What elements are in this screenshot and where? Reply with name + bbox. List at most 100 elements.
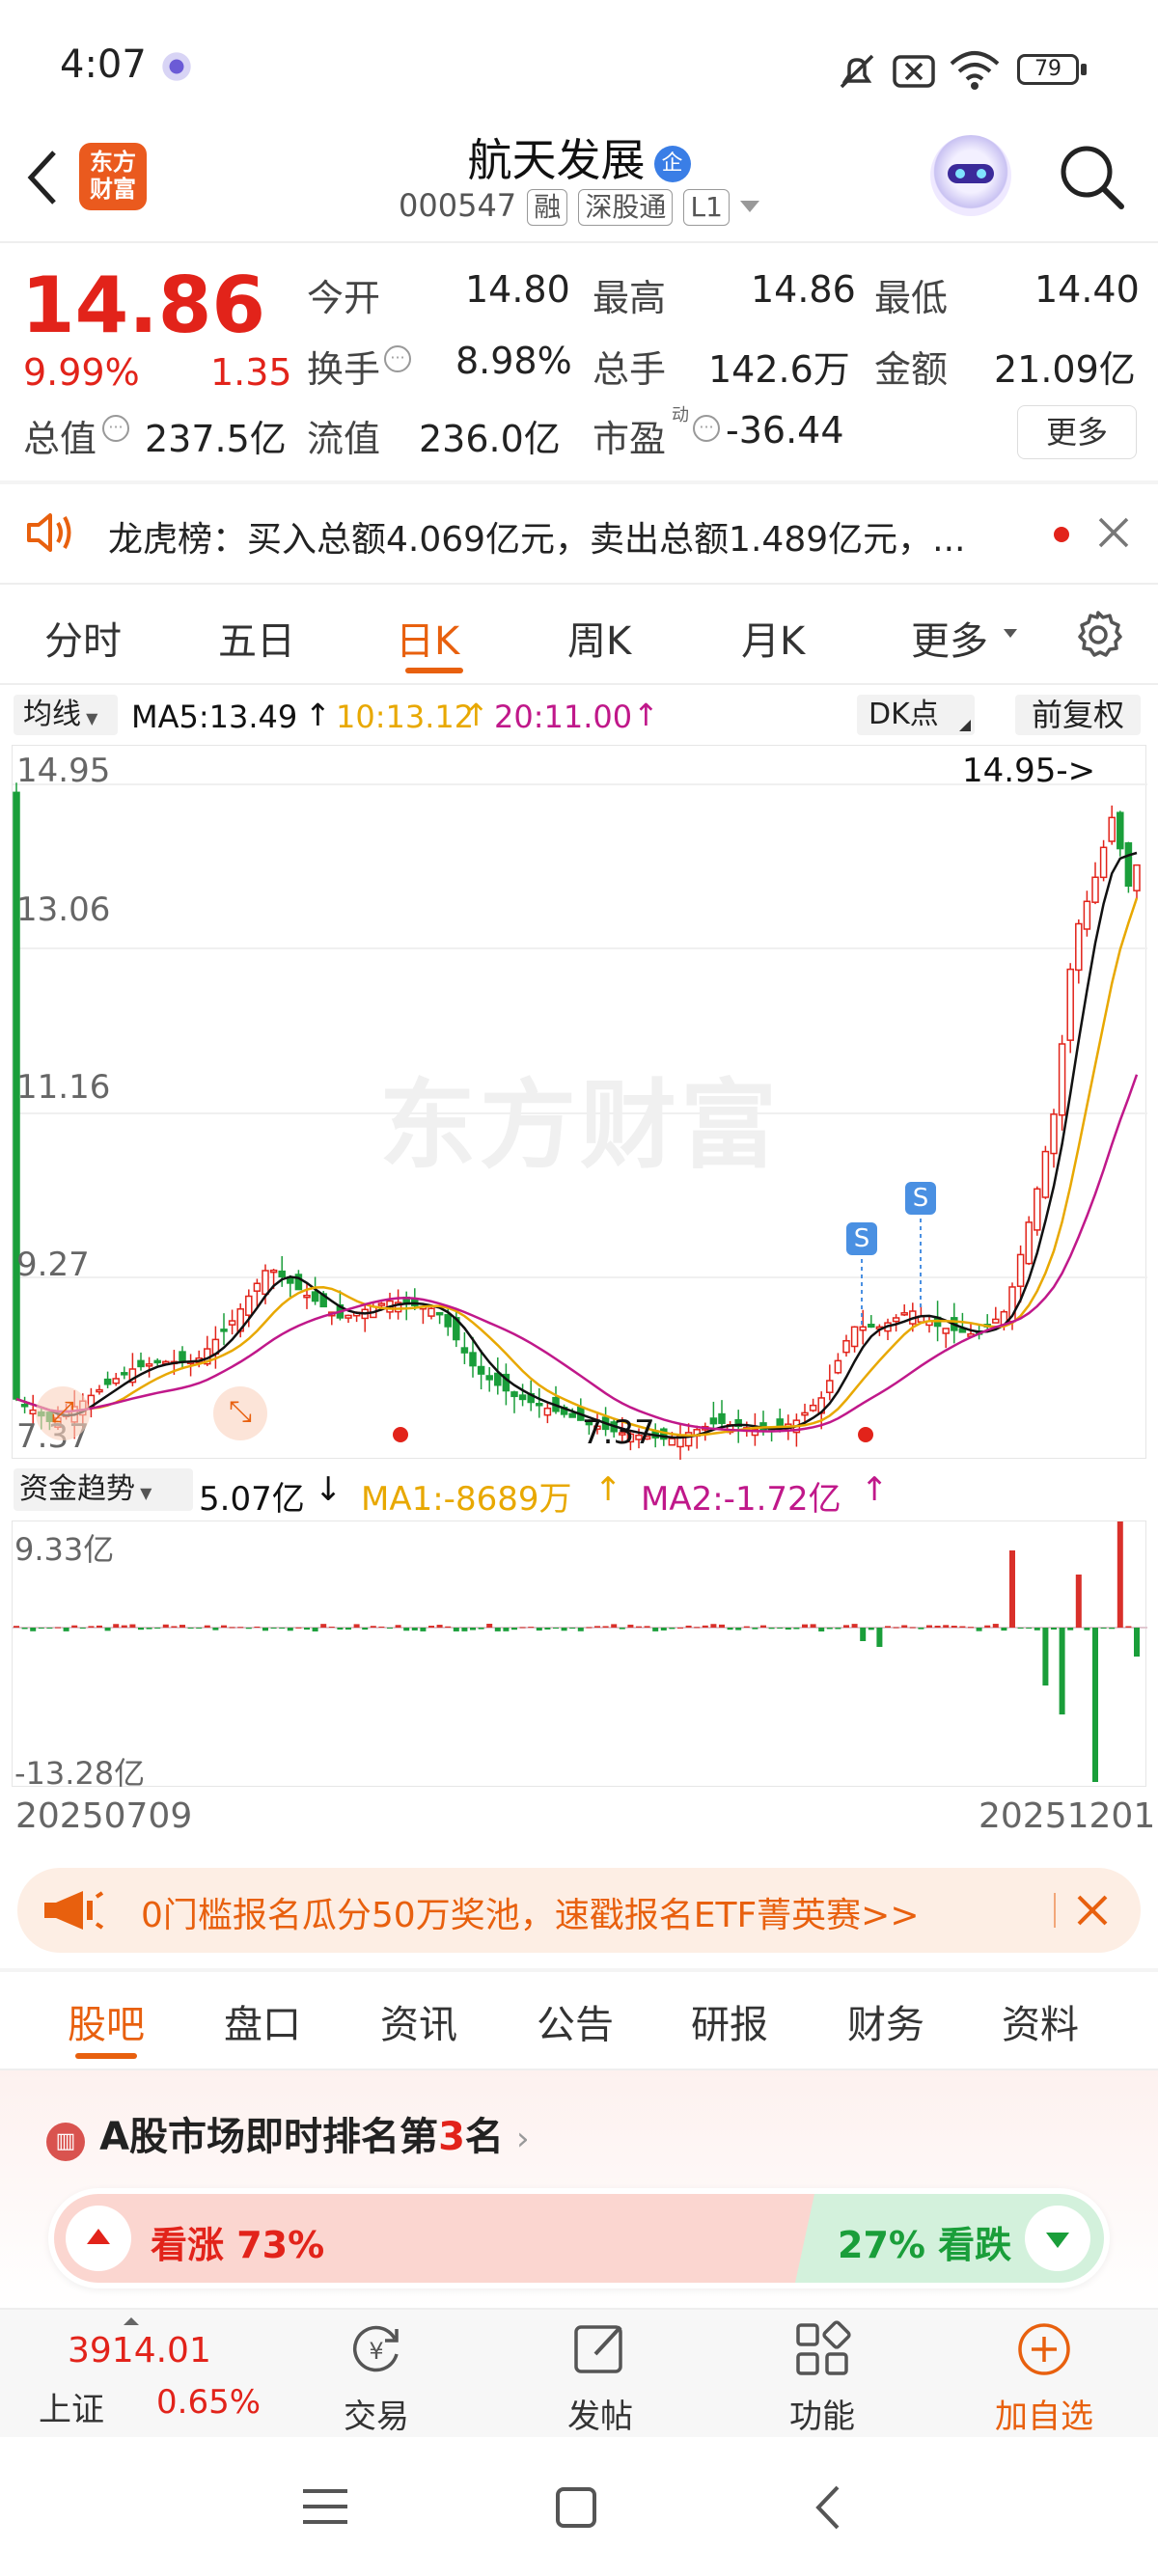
fund-bar (652, 1628, 659, 1631)
nav-post[interactable]: 发帖 (542, 2319, 658, 2437)
price-chart[interactable]: 东方财富 14.95 13.06 11.16 9.27 7.37 14.95->… (12, 745, 1147, 1460)
low-label: 最低 (874, 277, 949, 319)
adjust-button[interactable]: 前复权 (1015, 695, 1141, 735)
turnover-label: 换手 (307, 348, 381, 391)
fund-bar (154, 1628, 161, 1629)
fund-bar (876, 1628, 883, 1647)
turnover-value: 8.98% (455, 340, 572, 382)
fund-bar (1042, 1628, 1049, 1685)
tab-weekly-k[interactable]: 周K (567, 610, 631, 666)
fund-bar (79, 1628, 86, 1629)
fund-bar (528, 1627, 535, 1629)
nav-trade[interactable]: ¥ 交易 (318, 2319, 434, 2437)
fund-bar (694, 1627, 701, 1629)
high-value: 14.86 (751, 268, 856, 311)
candle-body (1091, 876, 1099, 903)
dropdown-triangle-icon[interactable] (739, 201, 759, 212)
bearish-button[interactable] (1025, 2206, 1090, 2271)
fund-bar (320, 1624, 327, 1628)
fund-bar (486, 1624, 493, 1628)
ranking-row[interactable]: ▥ A股市场即时排名第3名 › (46, 2105, 530, 2161)
dk-point-button[interactable]: DK点 (857, 695, 975, 735)
fund-bar (370, 1626, 376, 1628)
change-amount: 1.35 (210, 351, 292, 394)
signal-badge[interactable]: S (846, 1222, 877, 1255)
fund-bar (976, 1628, 982, 1631)
fund-bar (1084, 1628, 1090, 1631)
change-percent: 9.99% (23, 351, 140, 394)
tab-monthly-k[interactable]: 月K (741, 610, 805, 666)
fund-bar (1051, 1628, 1057, 1630)
bullish-button[interactable] (66, 2206, 131, 2271)
tab-intraday[interactable]: 分时 (44, 610, 122, 666)
fund-bar (727, 1628, 733, 1631)
info-icon[interactable]: ··· (102, 415, 129, 442)
fund-bar (511, 1628, 517, 1631)
fund-bar (46, 1628, 53, 1629)
stock-name: 航天发展 (467, 134, 646, 186)
fund-bar (934, 1625, 941, 1628)
fund-flow-chart[interactable]: 9.33亿 -13.28亿 (12, 1521, 1147, 1792)
tab-daily-k[interactable]: 日K (396, 610, 459, 666)
candle-body (1075, 922, 1083, 972)
close-icon[interactable] (1073, 1891, 1112, 1930)
search-icon[interactable] (1054, 139, 1131, 216)
candle-body (518, 1394, 527, 1401)
nav-add-watchlist[interactable]: 加自选 (986, 2319, 1102, 2437)
close-icon[interactable] (1096, 515, 1131, 550)
promo-banner[interactable]: 0门槛报名瓜分50万奖池，速戳报名ETF菁英赛>> (17, 1868, 1141, 1953)
fund-bar (187, 1628, 194, 1629)
fund-bar (611, 1624, 618, 1628)
back-arrow-icon[interactable] (21, 147, 64, 208)
fund-bar (544, 1628, 551, 1630)
fund-bar (362, 1628, 369, 1631)
tab-research[interactable]: 研报 (691, 1993, 768, 2049)
info-icon[interactable]: ··· (693, 415, 720, 442)
tab-announcements[interactable]: 公告 (537, 1993, 614, 2049)
info-icon[interactable]: ··· (384, 345, 411, 372)
expand-arrows-icon[interactable]: ⤡ (213, 1386, 267, 1440)
fund-bar (353, 1624, 360, 1628)
fund-bar (171, 1626, 178, 1628)
fund-bar (270, 1628, 277, 1629)
more-button[interactable]: 更多 (1017, 405, 1137, 459)
tab-profile[interactable]: 资料 (1002, 1993, 1079, 2049)
fund-bar (162, 1624, 169, 1628)
tab-five-day[interactable]: 五日 (218, 610, 295, 666)
date-end: 20251201 (979, 1796, 1156, 1836)
fund-bar (1109, 1628, 1116, 1630)
tab-financials[interactable]: 财务 (847, 1993, 924, 2049)
tab-orderbook[interactable]: 盘口 (224, 1993, 301, 2049)
back-icon[interactable] (811, 2483, 845, 2532)
home-icon[interactable] (554, 2485, 598, 2530)
fund-bar (478, 1628, 484, 1630)
candle-body (900, 1312, 908, 1316)
arrow-up-icon: ↑ (633, 697, 659, 733)
tab-news[interactable]: 资讯 (380, 1993, 457, 2049)
low-value: 14.40 (1034, 268, 1140, 311)
indicator-selector[interactable]: 均线 ▼ (14, 695, 118, 735)
gear-icon[interactable] (1071, 608, 1125, 662)
open-value: 14.80 (465, 268, 570, 311)
price-axis-label: 9.27 (16, 1246, 90, 1284)
fund-bar (885, 1626, 891, 1628)
caret-up-icon (124, 2317, 139, 2325)
signal-badge[interactable]: S (905, 1182, 936, 1215)
arrow-down-icon: ↓ (315, 1470, 343, 1509)
fund-bar (1059, 1628, 1065, 1714)
fund-bar (245, 1628, 252, 1630)
menu-icon[interactable] (299, 2485, 351, 2528)
index-widget[interactable]: 3914.01 上证 0.65% (0, 2310, 280, 2439)
candle-body (303, 1294, 311, 1299)
tab-forum[interactable]: 股吧 (68, 1993, 145, 2049)
tab-more[interactable]: 更多 (911, 610, 988, 666)
nav-functions[interactable]: 功能 (764, 2319, 880, 2437)
candle-body (345, 1314, 352, 1319)
fund-bar (569, 1628, 576, 1629)
collapse-arrows-icon[interactable]: ⤢ (36, 1386, 90, 1440)
fund-selector[interactable]: 资金趋势 ▼ (14, 1468, 193, 1511)
robot-assistant-icon[interactable] (930, 135, 1011, 216)
candle-body (1034, 1188, 1041, 1231)
fund-bar (196, 1628, 203, 1629)
notice-bar[interactable]: 龙虎榜：买入总额4.069亿元，卖出总额1.489亿元，... (0, 484, 1158, 581)
